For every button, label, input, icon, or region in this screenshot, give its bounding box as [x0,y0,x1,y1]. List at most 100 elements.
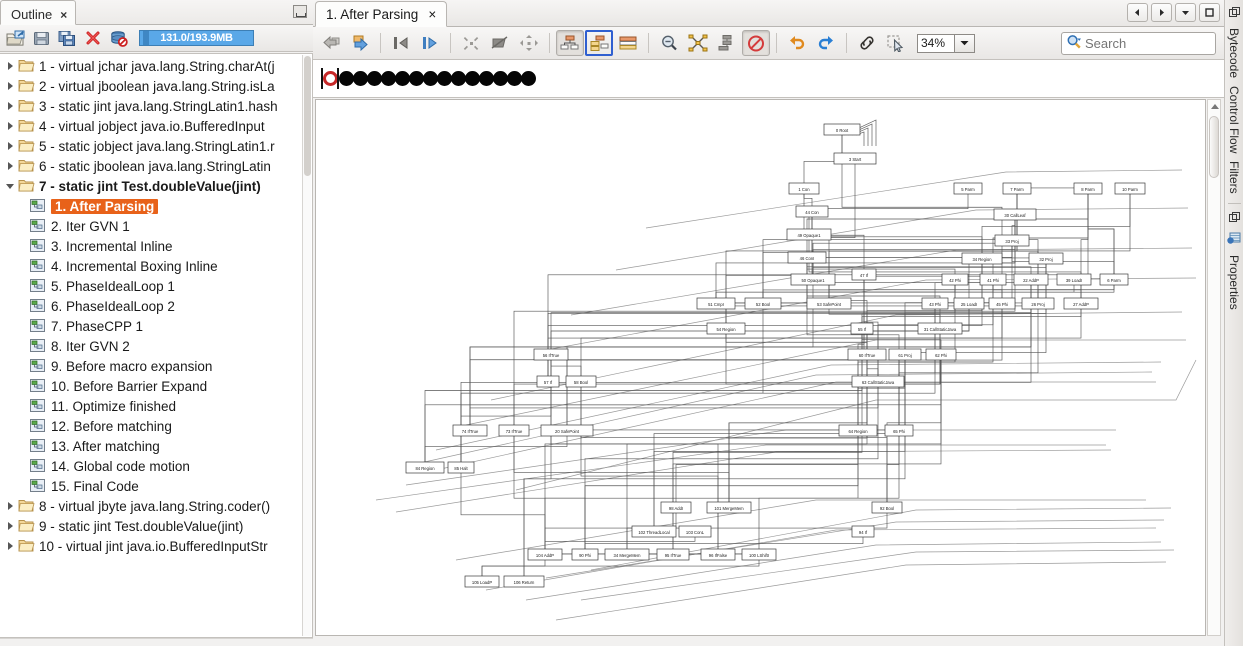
tree-group-row[interactable]: 2 - virtual jboolean java.lang.String.is… [0,76,303,96]
clear-cache-icon[interactable] [107,27,131,49]
cluster-icon[interactable] [713,30,741,56]
graph-node[interactable]: 49 Opaque1 [786,228,832,241]
chevron-right-icon[interactable] [2,542,18,550]
phase-dot[interactable] [493,71,508,86]
graph-node[interactable]: 34 MergeMem [604,548,650,561]
tree-group-row[interactable]: 6 - static jboolean java.lang.StringLati… [0,156,303,176]
tree-group-row[interactable]: 5 - static jobject java.lang.StringLatin… [0,136,303,156]
graph-node[interactable]: 105 LoadP [464,575,500,588]
graph-node[interactable]: 5 Parm [953,182,983,195]
graph-node[interactable]: 45 Phi [988,297,1016,310]
outline-horizontal-scrollbar[interactable] [0,638,313,646]
scroll-up-icon[interactable] [1211,104,1219,109]
previous-graph-icon[interactable] [317,30,345,56]
phase-dot[interactable] [395,71,410,86]
phase-dot[interactable] [367,71,382,86]
graph-node[interactable]: 31 CallStaticJava [917,322,963,335]
phase-dot[interactable] [465,71,480,86]
graph-node[interactable]: 74 IfTrue [452,424,488,437]
chevron-right-icon[interactable] [2,102,18,110]
tree-group-row[interactable]: 7 - static jint Test.doubleValue(jint) [0,176,303,196]
minimize-icon[interactable] [293,5,307,18]
graph-node[interactable]: 30 CallLeaf [993,208,1037,221]
graph-node[interactable]: 47 If [851,268,877,281]
zoom-out-icon[interactable] [655,30,683,56]
phase-dot[interactable] [409,71,424,86]
selection-icon[interactable] [882,30,910,56]
graph-node[interactable]: 85 Halt [447,461,475,474]
tree-graph-row[interactable]: 12. Before matching [0,416,303,436]
chevron-right-icon[interactable] [2,62,18,70]
prev-tab-button[interactable] [1127,3,1148,22]
graph-node[interactable]: 65 Phi [884,424,914,437]
graph-node[interactable]: 106 Return [503,575,545,588]
redo-icon[interactable] [812,30,840,56]
next-graph-icon[interactable] [346,30,374,56]
graph-node[interactable]: 3 Start [833,152,877,165]
tree-graph-row[interactable]: 6. PhaseIdealLoop 2 [0,296,303,316]
scrollbar-thumb[interactable] [1209,116,1219,178]
open-folder-icon[interactable] [3,27,27,49]
graph-node[interactable]: 62 Phi [925,348,957,361]
tree-graph-row[interactable]: 14. Global code motion [0,456,303,476]
memory-usage-bar[interactable]: 131.0/193.9MB [139,30,254,46]
outline-tree-scrollbar[interactable] [302,55,311,636]
graph-node[interactable]: 56 IfTrue [533,348,569,361]
phase-timeline[interactable] [313,60,1224,98]
graph-node[interactable]: 64 Region [838,424,878,437]
phase-dot[interactable] [423,71,438,86]
chevron-down-icon[interactable] [2,183,18,189]
zoom-value[interactable]: 34% [917,33,955,53]
tree-group-row[interactable]: 4 - virtual jobject java.io.BufferedInpu… [0,116,303,136]
tab-list-button[interactable] [1175,3,1196,22]
chevron-right-icon[interactable] [2,162,18,170]
phase-dot[interactable] [507,71,522,86]
graph-canvas[interactable]: 0 Root 3 Start 1 Con 44 Con 49 Opaque1 46 Con… [315,99,1206,636]
dock-tab-filters[interactable]: Filters [1227,157,1241,198]
graph-node[interactable]: 42 Phi [941,273,969,286]
graph-node[interactable]: 104 AddP [527,548,563,561]
tree-graph-row-selected[interactable]: 1. After Parsing [0,196,303,216]
phase-dot[interactable] [437,71,452,86]
graph-node[interactable]: 58 Bool [565,375,597,388]
graph-node[interactable]: 22 AddP [1013,273,1049,286]
graph-node[interactable]: 46 ConI [787,251,827,264]
chevron-right-icon[interactable] [2,502,18,510]
maximize-button[interactable] [1199,3,1220,22]
show-all-icon[interactable] [515,30,543,56]
dock-tab-control-flow[interactable]: Control Flow [1227,82,1241,157]
phase-dot[interactable] [353,71,368,86]
phase-dot[interactable] [451,71,466,86]
tree-graph-row[interactable]: 2. Iter GVN 1 [0,216,303,236]
graph-node[interactable]: 102 ThreadLocal [631,525,677,538]
search-box[interactable] [1061,31,1216,55]
graph-node[interactable]: 54 Region [706,322,746,335]
graph-node[interactable]: 6 Parm [1099,273,1129,286]
graph-node[interactable]: 52 Bool [744,297,782,310]
hide-nodes-icon[interactable] [486,30,514,56]
tab-outline[interactable]: Outline × [0,0,77,25]
graph-node[interactable]: 34 Region [961,252,1003,265]
graph-node[interactable]: 43 Phi [921,297,949,310]
graph-node[interactable]: 39 LoadI [1056,273,1092,286]
graph-node[interactable]: 50 Opaque1 [790,273,836,286]
graph-node[interactable]: 98 AddI [660,501,692,514]
graph-node[interactable]: 53 SafePoint [806,297,852,310]
tree-graph-row[interactable]: 8. Iter GVN 2 [0,336,303,356]
remove-icon[interactable] [81,27,105,49]
graph-node[interactable]: 51 CmpI [696,297,736,310]
graph-node[interactable]: 0 Root [823,123,861,136]
search-input[interactable] [1085,35,1205,51]
tree-group-row[interactable]: 9 - static jint Test.doubleValue(jint) [0,516,303,536]
graph-node[interactable]: 1 Con [788,182,820,195]
graph-node[interactable]: 26 Proj [1021,297,1055,310]
tree-group-row[interactable]: 10 - virtual jint java.io.BufferedInputS… [0,536,303,556]
graph-node[interactable]: 73 IfTrue [498,424,530,437]
graph-node[interactable]: 57 If [536,375,560,388]
chevron-down-icon[interactable] [955,33,975,53]
tab-after-parsing[interactable]: 1. After Parsing × [315,1,448,27]
dock-tab-bytecode[interactable]: Bytecode [1227,24,1241,82]
cfg-layout-icon[interactable] [614,30,642,56]
tree-graph-row[interactable]: 4. Incremental Boxing Inline [0,256,303,276]
tree-graph-row[interactable]: 15. Final Code [0,476,303,496]
